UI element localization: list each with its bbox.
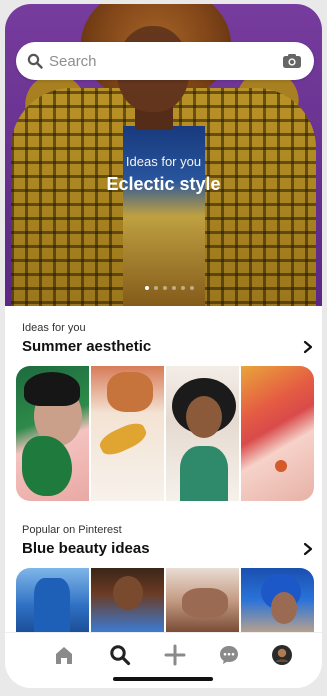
search-icon [110, 645, 131, 666]
image-grid [16, 568, 314, 632]
chevron-right-icon[interactable] [302, 340, 314, 354]
camera-icon[interactable] [282, 53, 302, 69]
carousel-dot [145, 286, 149, 290]
nav-home[interactable] [52, 643, 76, 667]
nav-create[interactable] [163, 643, 187, 667]
carousel-dot [172, 286, 176, 290]
carousel-dot [163, 286, 167, 290]
pin-image[interactable] [91, 568, 164, 632]
plus-icon [164, 644, 186, 666]
pin-image[interactable] [166, 568, 239, 632]
section-title[interactable]: Blue beauty ideas [22, 540, 150, 557]
hero-title: Eclectic style [106, 174, 221, 194]
profile-avatar [272, 645, 292, 665]
home-indicator [113, 677, 213, 681]
nav-search[interactable] [108, 643, 132, 667]
pin-image[interactable] [91, 366, 164, 501]
search-icon [27, 53, 43, 69]
section-kicker: Ideas for you [22, 322, 86, 334]
pin-image[interactable] [16, 568, 89, 632]
search-bar[interactable]: Search [16, 42, 314, 80]
bottom-nav [5, 632, 322, 688]
pin-image[interactable] [166, 366, 239, 501]
pin-image[interactable] [241, 366, 314, 501]
phone-screen: Ideas for you Eclectic style Search Idea… [5, 4, 322, 688]
carousel-dot [190, 286, 194, 290]
section-title[interactable]: Summer aesthetic [22, 338, 151, 355]
section-kicker: Popular on Pinterest [22, 524, 122, 536]
home-icon [56, 647, 72, 664]
nav-messages[interactable] [217, 643, 241, 667]
hero-kicker: Ideas for you [125, 154, 202, 169]
carousel-dots [145, 286, 194, 290]
nav-profile[interactable] [270, 643, 294, 667]
carousel-dot [181, 286, 185, 290]
chevron-right-icon[interactable] [302, 542, 314, 556]
pin-image[interactable] [241, 568, 314, 632]
image-grid [16, 366, 314, 501]
pin-image[interactable] [16, 366, 89, 501]
search-input[interactable]: Search [49, 53, 282, 70]
chat-icon [220, 646, 238, 664]
carousel-dot [154, 286, 158, 290]
